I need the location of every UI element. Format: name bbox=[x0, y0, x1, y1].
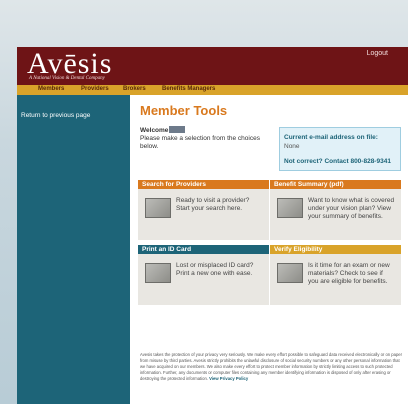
card-description[interactable]: Lost or misplaced ID card? Print a new o… bbox=[176, 262, 263, 278]
header: Avēsis A National Vision & Dental Compan… bbox=[17, 47, 408, 85]
email-info-box: Current e-mail address on file: None Not… bbox=[279, 127, 401, 171]
privacy-statement: Avesis takes the protection of your priv… bbox=[140, 352, 403, 381]
search-providers-card[interactable]: Search for Providers Ready to visit a pr… bbox=[138, 180, 269, 240]
document-icon bbox=[277, 198, 303, 218]
logo-tagline: A National Vision & Dental Company bbox=[29, 76, 105, 81]
correction-contact: Not correct? Contact 800-828-9341 bbox=[284, 158, 391, 165]
verify-eligibility-card[interactable]: Verify Eligibility Is it time for an exa… bbox=[270, 245, 401, 305]
magnifier-icon bbox=[145, 198, 171, 218]
logo: Avēsis bbox=[27, 47, 113, 80]
nav-benefits-managers[interactable]: Benefits Managers bbox=[162, 86, 215, 92]
nav-members[interactable]: Members bbox=[38, 86, 64, 92]
privacy-policy-link[interactable]: View Privacy Policy bbox=[209, 376, 248, 381]
sidebar: Return to previous page bbox=[17, 95, 130, 404]
welcome-instructions: Please make a selection from the choices… bbox=[140, 135, 260, 150]
logout-link[interactable]: Logout bbox=[367, 50, 388, 57]
nav-providers[interactable]: Providers bbox=[81, 86, 109, 92]
member-name-redacted bbox=[169, 126, 186, 133]
card-title[interactable]: Search for Providers bbox=[138, 180, 269, 189]
email-label: Current e-mail address on file: bbox=[284, 134, 378, 141]
nav-brokers[interactable]: Brokers bbox=[123, 86, 146, 92]
print-id-card[interactable]: Print an ID Card Lost or misplaced ID ca… bbox=[138, 245, 269, 305]
main-nav: Members Providers Brokers Benefits Manag… bbox=[17, 85, 408, 95]
checklist-icon bbox=[277, 263, 303, 283]
card-title[interactable]: Print an ID Card bbox=[138, 245, 269, 254]
card-description[interactable]: Want to know what is covered under your … bbox=[308, 197, 395, 221]
return-link[interactable]: Return to previous page bbox=[21, 111, 101, 120]
page-title: Member Tools bbox=[140, 103, 228, 118]
privacy-footer: Avesis takes the protection of your priv… bbox=[140, 352, 402, 382]
benefit-summary-card[interactable]: Benefit Summary (pdf) Want to know what … bbox=[270, 180, 401, 240]
card-description[interactable]: Ready to visit a provider? Start your se… bbox=[176, 197, 263, 213]
welcome-label: Welcome bbox=[140, 127, 169, 134]
main-content: Member Tools Welcome Please make a selec… bbox=[130, 95, 408, 404]
card-title[interactable]: Verify Eligibility bbox=[270, 245, 401, 254]
card-description[interactable]: Is it time for an exam or new materials?… bbox=[308, 262, 395, 286]
card-title[interactable]: Benefit Summary (pdf) bbox=[270, 180, 401, 189]
welcome-block: Welcome Please make a selection from the… bbox=[140, 126, 265, 151]
email-value: None bbox=[284, 143, 300, 150]
id-card-icon bbox=[145, 263, 171, 283]
